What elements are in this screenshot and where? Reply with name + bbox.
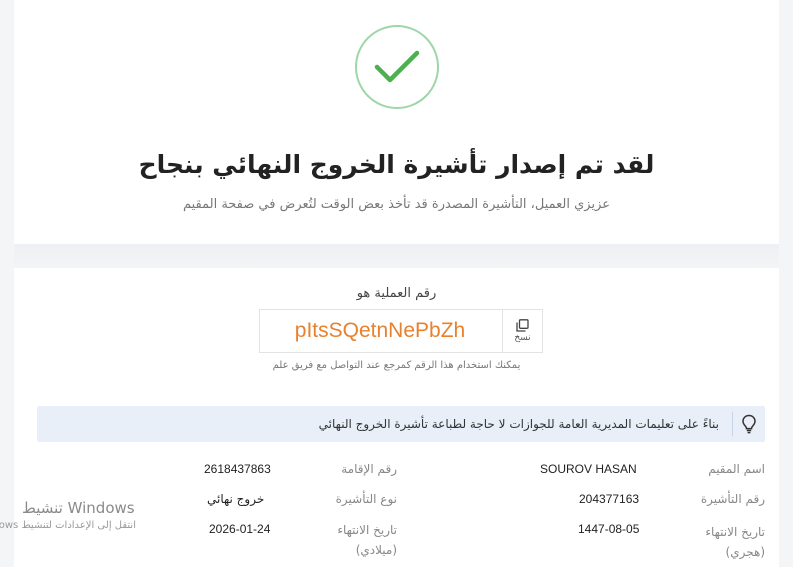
success-check-circle [355, 25, 439, 109]
notice-divider [732, 412, 733, 436]
expiry-hijri-label: تاريخ الانتهاء (هجري) [705, 525, 765, 559]
notice-text: بناءً على تعليمات المديرية العامة للجواز… [318, 417, 719, 431]
operation-number-value[interactable]: pItsSQetnNePbZh [260, 310, 500, 352]
operation-number-box: pItsSQetnNePbZh نسخ [259, 309, 543, 353]
resident-name-label: اسم المقيم [708, 462, 765, 476]
notice-icon-box [733, 406, 765, 442]
page-title: لقد تم إصدار تأشيرة الخروج النهائي بنجاح [138, 150, 655, 179]
lightbulb-icon [742, 414, 756, 434]
visa-type-label: نوع التأشيرة [335, 492, 397, 506]
resident-name-value: SOUROV HASAN [540, 462, 637, 476]
visa-type-value: خروج نهائي [207, 492, 265, 506]
copy-button[interactable]: نسخ [502, 310, 542, 352]
visa-number-label: رقم التأشيرة [700, 492, 765, 506]
iqama-number-value: 2618437863 [204, 462, 271, 476]
expiry-hijri-value: 1447-08-05 [578, 522, 640, 536]
iqama-number-label: رقم الإقامة [341, 462, 397, 476]
expiry-gregorian-value: 2026-01-24 [209, 522, 271, 536]
page-subtitle: عزيزي العميل، التأشيرة المصدرة قد تأخذ ب… [182, 197, 611, 212]
check-icon [374, 50, 420, 83]
notice-bar: بناءً على تعليمات المديرية العامة للجواز… [37, 406, 765, 442]
expiry-gregorian-label: تاريخ الانتهاء (ميلادي) [337, 523, 397, 557]
operation-number-label: رقم العملية هو [356, 286, 437, 301]
visa-number-value: 204377163 [579, 492, 640, 506]
windows-activation-subtitle: انتقل إلى الإعدادات لتنشيط Windows. [0, 520, 136, 531]
copy-icon [516, 319, 529, 332]
copy-button-label: نسخ [514, 333, 531, 343]
operation-number-hint: يمكنك استخدام هذا الرقم كمرجع عند التواص… [272, 360, 521, 371]
windows-activation-title: تنشيط Windows [22, 499, 135, 517]
